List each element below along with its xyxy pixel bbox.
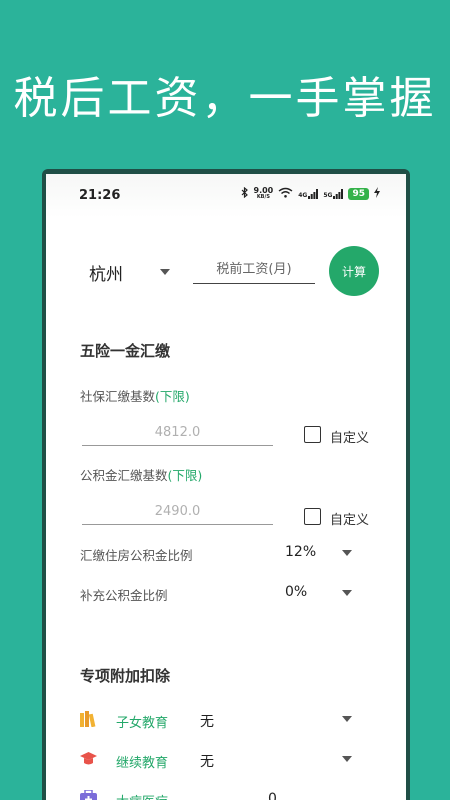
wifi-icon bbox=[278, 187, 293, 201]
extra-ratio-label: 补充公积金比例 bbox=[80, 588, 168, 603]
signal-5g: 5G bbox=[323, 189, 344, 199]
fund-custom-checkbox[interactable] bbox=[304, 508, 321, 525]
signal-5g-label: 5G bbox=[323, 192, 333, 199]
bluetooth-icon bbox=[241, 186, 249, 201]
social-custom-checkbox[interactable] bbox=[304, 426, 321, 443]
children-education-dropdown-icon[interactable] bbox=[342, 716, 352, 722]
net-speed: 9.00 KB/S bbox=[254, 187, 274, 201]
books-icon bbox=[80, 711, 96, 728]
signal-bars-icon bbox=[308, 189, 319, 199]
continuing-education-label: 继续教育 bbox=[116, 756, 169, 771]
calculate-button[interactable]: 计算 bbox=[329, 246, 379, 296]
social-base-hint: (下限) bbox=[155, 389, 190, 404]
serious-illness-value[interactable]: 0 bbox=[268, 791, 277, 800]
continuing-education-select[interactable]: 无 bbox=[200, 751, 214, 771]
section-title-deduction: 专项附加扣除 bbox=[80, 667, 171, 685]
city-select[interactable]: 杭州 bbox=[89, 260, 123, 285]
battery-level: 95 bbox=[348, 188, 369, 200]
housing-ratio-label: 汇缴住房公积金比例 bbox=[80, 548, 193, 563]
fund-custom-label[interactable]: 自定义 bbox=[330, 509, 369, 528]
extra-ratio-select[interactable]: 0% bbox=[285, 584, 307, 600]
net-speed-unit: KB/S bbox=[256, 194, 270, 200]
signal-4g-label: 4G bbox=[298, 192, 308, 199]
app-screen: 21:26 9.00 KB/S 4G 5G 95 杭州 税前工资(月) 计算 五… bbox=[46, 174, 406, 800]
extra-ratio-dropdown-icon[interactable] bbox=[342, 590, 352, 596]
serious-illness-label: 大病医疗 bbox=[116, 791, 168, 800]
housing-ratio-select[interactable]: 12% bbox=[285, 544, 316, 560]
social-base-label: 社保汇缴基数(下限) bbox=[80, 386, 190, 405]
children-education-select[interactable]: 无 bbox=[200, 711, 214, 731]
fund-base-hint: (下限) bbox=[167, 468, 203, 483]
salary-input[interactable] bbox=[193, 256, 315, 284]
headline: 税后工资，一手掌握 bbox=[13, 73, 437, 124]
section-title-insurance: 五险一金汇缴 bbox=[80, 342, 171, 360]
children-education-label: 子女教育 bbox=[116, 716, 169, 731]
medical-kit-icon bbox=[80, 789, 97, 800]
status-time: 21:26 bbox=[79, 188, 121, 203]
status-bar: 21:26 9.00 KB/S 4G 5G 95 bbox=[46, 174, 406, 218]
social-base-input[interactable] bbox=[82, 420, 273, 446]
fund-base-label-text: 公积金汇缴基数 bbox=[80, 468, 168, 483]
graduation-cap-icon bbox=[80, 751, 97, 767]
charging-icon bbox=[374, 187, 380, 201]
signal-4g: 4G bbox=[298, 189, 319, 199]
fund-base-input[interactable] bbox=[82, 499, 273, 525]
social-base-label-text: 社保汇缴基数 bbox=[80, 389, 156, 404]
net-speed-value: 9.00 bbox=[253, 186, 274, 195]
city-dropdown-icon[interactable] bbox=[160, 269, 170, 275]
housing-ratio-dropdown-icon[interactable] bbox=[342, 550, 352, 556]
fund-base-label: 公积金汇缴基数(下限) bbox=[80, 465, 202, 484]
status-icons: 9.00 KB/S 4G 5G 95 bbox=[241, 186, 380, 201]
continuing-education-dropdown-icon[interactable] bbox=[342, 756, 352, 762]
signal-bars-icon bbox=[333, 189, 344, 199]
social-custom-label[interactable]: 自定义 bbox=[330, 427, 369, 446]
